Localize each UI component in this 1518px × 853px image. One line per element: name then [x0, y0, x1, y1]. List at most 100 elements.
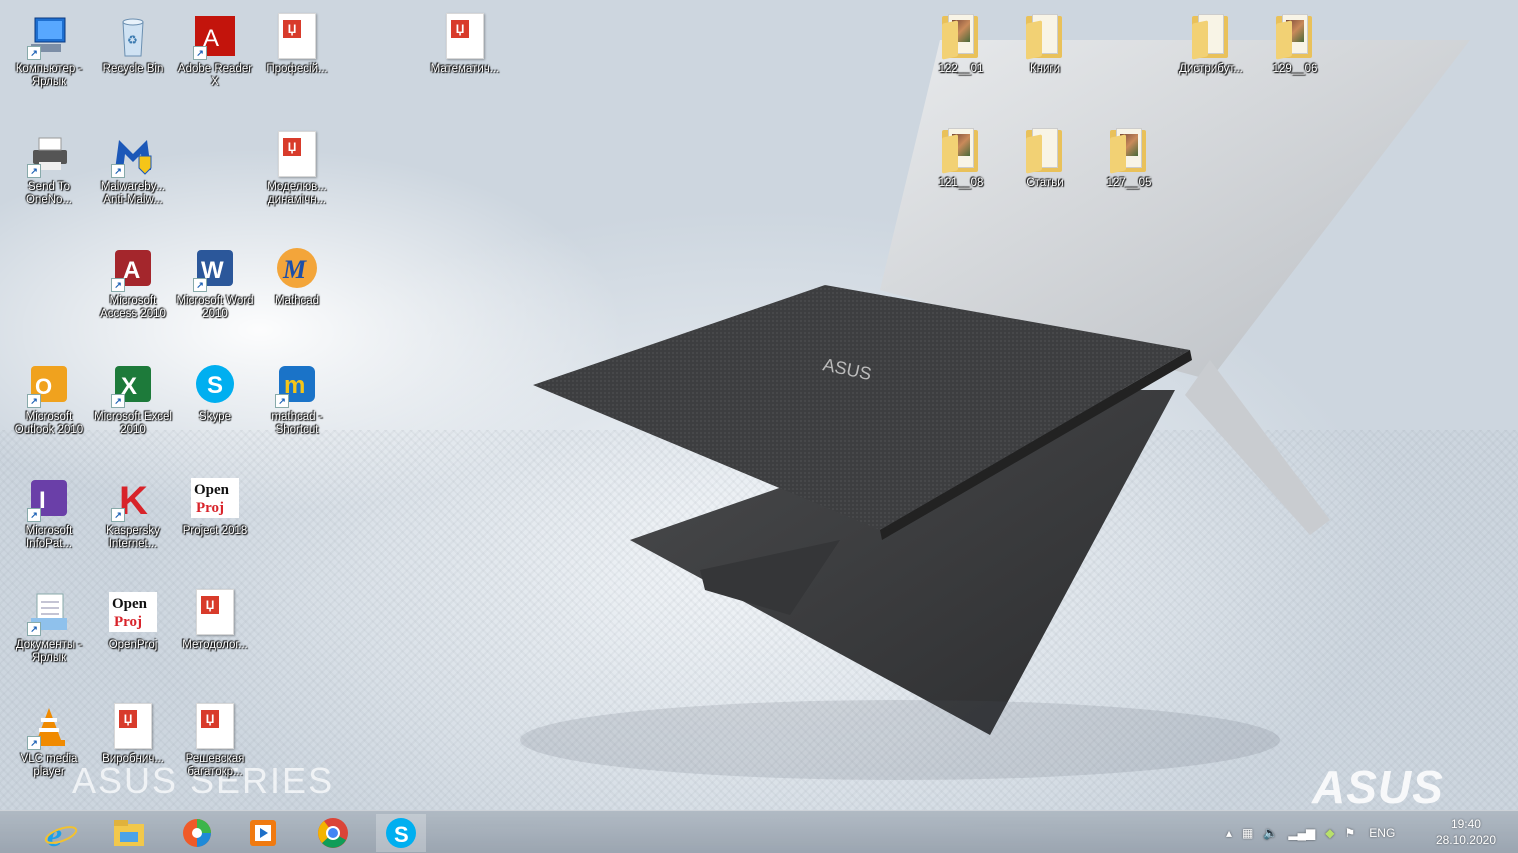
desktop-icon-metod-doc[interactable]: Џ Методолог...	[174, 588, 256, 652]
desktop-icon-label: Recycle Bin	[102, 63, 164, 75]
desktop-icon-model-doc[interactable]: Џ Моделюв... динамічн...	[256, 130, 338, 207]
printer-icon: ↗	[25, 130, 73, 178]
network-signal-icon[interactable]: ▂▄▆	[1288, 826, 1315, 840]
desktop-folder-122[interactable]: 122__01	[920, 12, 1002, 76]
skype-icon: S	[191, 360, 239, 408]
folder-icon	[937, 126, 985, 174]
taskbar-app-colorful[interactable]	[172, 814, 222, 852]
action-center-flag-icon[interactable]: ⚑	[1345, 826, 1356, 840]
word-icon: W ↗	[191, 244, 239, 292]
desktop-icon-excel[interactable]: X ↗ Microsoft Excel 2010	[92, 360, 174, 437]
desktop-folder-distrib[interactable]: Дистрибут...	[1170, 12, 1252, 76]
desktop-icon-project-2018[interactable]: Open Proj Project 2018	[174, 474, 256, 538]
desktop-icon-documents[interactable]: ↗ Документы - Ярлык	[8, 588, 90, 665]
desktop-icon-label: Професій...	[266, 63, 328, 75]
show-hidden-icons-icon[interactable]: ▴	[1226, 826, 1232, 840]
recycle-bin-icon: ♻	[109, 12, 157, 60]
infopath-icon: I ↗	[25, 474, 73, 522]
malwarebytes-icon: ↗	[109, 130, 157, 178]
desktop-icon-malwarebytes[interactable]: ↗ Malwareby... Anti-Malw...	[92, 130, 174, 207]
desktop-icon-word[interactable]: W ↗ Microsoft Word 2010	[174, 244, 256, 321]
taskbar-internet-explorer[interactable]: e	[36, 814, 86, 852]
document-icon: Џ	[191, 588, 239, 636]
shortcut-arrow-icon: ↗	[27, 164, 41, 178]
desktop-folder-129[interactable]: 129__06	[1254, 12, 1336, 76]
shortcut-arrow-icon: ↗	[275, 394, 289, 408]
desktop-icon-label: Методолог...	[182, 639, 248, 651]
svg-text:♻: ♻	[127, 33, 138, 47]
desktop-icon-label: 127__05	[1106, 177, 1152, 189]
adobe-reader-icon: A ↗	[191, 12, 239, 60]
svg-text:Open: Open	[194, 482, 230, 498]
desktop-icon-matem-doc[interactable]: Џ Математич...	[424, 12, 506, 76]
svg-text:Open: Open	[112, 596, 148, 612]
desktop-icon-virob-doc[interactable]: Џ Виробнич...	[92, 702, 174, 766]
taskbar-media-player[interactable]	[238, 814, 288, 852]
desktop-icon-openproj[interactable]: Open Proj OpenProj	[92, 588, 174, 652]
desktop-icon-kaspersky[interactable]: K ↗ Kaspersky Internet...	[92, 474, 174, 551]
desktop-folder-121[interactable]: 121__08	[920, 126, 1002, 190]
shortcut-arrow-icon: ↗	[111, 164, 125, 178]
taskbar[interactable]: e S ▴ ▦ 🔈 ▂▄▆ ◆ ⚑ ENG 19:40 28.10.2020	[0, 810, 1518, 853]
desktop-icon-outlook[interactable]: O ↗ Microsoft Outlook 2010	[8, 360, 90, 437]
tray-app-icon[interactable]: ▦	[1242, 826, 1253, 840]
desktop-folder-127[interactable]: 127__05	[1088, 126, 1170, 190]
folder-icon	[1021, 126, 1069, 174]
wallpaper-brand-logo: ASUS	[1312, 761, 1444, 813]
desktop-icon-label: Виробнич...	[102, 753, 164, 765]
desktop-icon-computer[interactable]: ↗ Компьютер - Ярлык	[8, 12, 90, 89]
svg-text:Proj: Proj	[196, 500, 224, 516]
desktop-icon-label: Project 2018	[182, 525, 248, 537]
desktop-icon-label: Microsoft Excel 2010	[94, 411, 172, 436]
skype-icon: S	[386, 818, 416, 848]
tray-leaf-icon[interactable]: ◆	[1325, 826, 1334, 840]
file-explorer-icon	[114, 820, 144, 846]
svg-text:S: S	[207, 372, 223, 399]
desktop-icon-prof-doc[interactable]: Џ Професій...	[256, 12, 338, 76]
desktop-folder-knigi[interactable]: Книги	[1004, 12, 1086, 76]
desktop-icon-label: 122__01	[938, 63, 984, 75]
svg-text:Proj: Proj	[114, 614, 142, 630]
clock[interactable]: 19:40 28.10.2020	[1436, 816, 1496, 848]
system-tray: ▴ ▦ 🔈 ▂▄▆ ◆ ⚑ ENG	[1226, 811, 1395, 853]
desktop-folder-stati[interactable]: Статьи	[1004, 126, 1086, 190]
desktop-icon-mathcad-shortcut[interactable]: m ↗ mathcad - Shortcut	[256, 360, 338, 437]
desktop-icon-vlc[interactable]: ↗ VLC media player	[8, 702, 90, 779]
desktop-icon-recycle-bin[interactable]: ♻ Recycle Bin	[92, 12, 174, 76]
chrome-like-icon	[183, 819, 211, 847]
desktop-icon-label: Книги	[1029, 63, 1061, 75]
taskbar-skype[interactable]: S	[376, 814, 426, 852]
shortcut-arrow-icon: ↗	[111, 508, 125, 522]
desktop-icon-label: mathcad - Shortcut	[271, 411, 323, 436]
desktop-icon-label: Microsoft Word 2010	[176, 295, 254, 320]
desktop-icon-skype[interactable]: S Skype	[174, 360, 256, 424]
folder-icon	[937, 12, 985, 60]
volume-icon[interactable]: 🔈	[1263, 826, 1278, 840]
language-indicator[interactable]: ENG	[1369, 826, 1395, 840]
taskbar-chrome[interactable]	[308, 814, 358, 852]
desktop-icon-infopath[interactable]: I ↗ Microsoft InfoPat...	[8, 474, 90, 551]
desktop-icon-mathcad[interactable]: M Mathcad	[256, 244, 338, 308]
mathcad-m-icon: m ↗	[273, 360, 321, 408]
desktop-icon-label: Microsoft Outlook 2010	[14, 411, 84, 436]
computer-icon: ↗	[25, 12, 73, 60]
media-player-icon	[250, 820, 276, 846]
desktop-icon-access[interactable]: A ↗ Microsoft Access 2010	[92, 244, 174, 321]
desktop-icon-label: Skype	[199, 411, 231, 423]
desktop-icon-adobe-reader[interactable]: A ↗ Adobe Reader X	[174, 12, 256, 89]
desktop-icon-label: Решевская багатокр...	[185, 753, 245, 778]
shortcut-arrow-icon: ↗	[27, 622, 41, 636]
desktop-icon-send-to-onenote[interactable]: ↗ Send To OneNo...	[8, 130, 90, 207]
documents-icon: ↗	[25, 588, 73, 636]
shortcut-arrow-icon: ↗	[193, 278, 207, 292]
outlook-icon: O ↗	[25, 360, 73, 408]
taskbar-file-explorer[interactable]	[104, 814, 154, 852]
desktop-icon-label: OpenProj	[108, 639, 158, 651]
document-icon: Џ	[273, 12, 321, 60]
svg-text:S: S	[394, 822, 409, 847]
desktop-icon-label: Моделюв... динамічн...	[267, 181, 327, 206]
desktop[interactable]: ASUS ASUS SERIES ASUS ↗ Компьютер - Ярлы…	[0, 0, 1518, 853]
desktop-icon-label: Microsoft Access 2010	[100, 295, 166, 320]
desktop-icon-label: Документы - Ярлык	[15, 639, 83, 664]
desktop-icon-reshev-doc[interactable]: Џ Решевская багатокр...	[174, 702, 256, 779]
